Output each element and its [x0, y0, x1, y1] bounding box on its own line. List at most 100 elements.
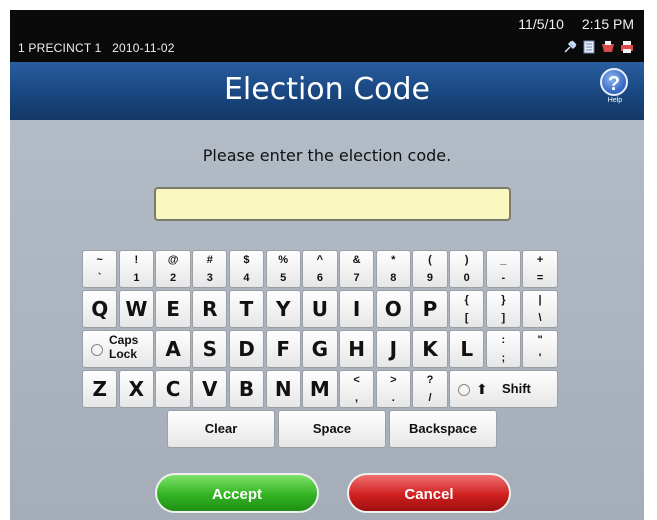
key-base-char: 2	[170, 272, 177, 284]
key-b[interactable]: B	[228, 370, 265, 408]
key-s[interactable]: S	[192, 330, 228, 368]
key-base-char: `	[97, 272, 102, 284]
key-base-char: 6	[316, 272, 323, 284]
key-slash[interactable]: ? /	[412, 370, 448, 408]
key-e[interactable]: E	[155, 290, 191, 328]
key-shift-char: >	[390, 374, 397, 386]
key-q[interactable]: Q	[82, 290, 118, 328]
key-base-char: \	[538, 312, 542, 324]
key-5[interactable]: % 5	[265, 250, 301, 288]
help-label: Help	[607, 97, 623, 104]
key-backtick[interactable]: ~ `	[82, 250, 118, 288]
key--[interactable]: _ -	[485, 250, 522, 288]
ballot-icon	[602, 41, 614, 52]
key-6[interactable]: ^ 6	[302, 250, 338, 288]
space-key[interactable]: Space	[278, 410, 386, 448]
key-shift-char: }	[501, 294, 506, 306]
key-shift-char: _	[500, 254, 507, 266]
key-k[interactable]: K	[412, 330, 448, 368]
key-base-char: 3	[206, 272, 213, 284]
key-base-char: 1	[133, 272, 140, 284]
key-8[interactable]: * 8	[375, 250, 411, 288]
key-backslash[interactable]: | \	[522, 290, 558, 328]
help-button[interactable]: ? Help	[600, 68, 630, 112]
precinct-name: 1 PRECINCT 1	[18, 41, 102, 55]
printer-icon	[621, 41, 633, 53]
plug-icon	[564, 40, 577, 53]
key-y[interactable]: Y	[265, 290, 301, 328]
status-date: 11/5/10	[518, 16, 564, 32]
key-shift-char: $	[243, 254, 250, 266]
key-shift-char: &	[352, 254, 361, 266]
help-icon[interactable]: ?	[600, 68, 628, 96]
caps-lock-key[interactable]: Caps Lock	[82, 330, 155, 368]
shift-arrow-icon: ⬆	[476, 381, 488, 397]
backspace-key[interactable]: Backspace	[389, 410, 497, 448]
key-shift-char: ^	[316, 254, 324, 266]
key-period[interactable]: >.	[375, 370, 411, 408]
key-n[interactable]: N	[265, 370, 301, 408]
cancel-button[interactable]: Cancel	[347, 473, 511, 513]
shift-key[interactable]: ⬆ Shift	[449, 370, 558, 408]
clear-key[interactable]: Clear	[167, 410, 275, 448]
key-base-char: =	[536, 272, 544, 284]
key-open-bracket[interactable]: {[	[449, 290, 485, 328]
key-m[interactable]: M	[302, 370, 338, 408]
key-base-char: ,	[355, 392, 359, 404]
key-7[interactable]: & 7	[338, 250, 375, 288]
key-c[interactable]: C	[155, 370, 191, 408]
key-base-char: 4	[243, 272, 250, 284]
screen-frame: 1 PRECINCT 1 2010-11-02 11/5/10 2:15 PM …	[10, 10, 644, 520]
key-=[interactable]: + =	[522, 250, 558, 288]
shift-indicator	[458, 384, 470, 396]
key-j[interactable]: J	[375, 330, 411, 368]
document-icon	[583, 40, 595, 54]
key-w[interactable]: W	[118, 290, 155, 328]
accept-button[interactable]: Accept	[155, 473, 319, 513]
key-h[interactable]: H	[338, 330, 375, 368]
key-base-char: -	[501, 272, 506, 284]
key-comma[interactable]: <,	[338, 370, 375, 408]
key-semicolon[interactable]: :;	[485, 330, 522, 368]
key-r[interactable]: R	[192, 290, 228, 328]
datetime: 11/5/10 2:15 PM	[504, 16, 634, 32]
key-shift-char: @	[167, 254, 179, 266]
key-u[interactable]: U	[302, 290, 338, 328]
key-close-bracket[interactable]: }]	[485, 290, 522, 328]
key-l[interactable]: L	[449, 330, 485, 368]
key-f[interactable]: F	[265, 330, 301, 368]
key-shift-char: ~	[96, 254, 103, 266]
key-4[interactable]: $4	[228, 250, 265, 288]
key-2[interactable]: @2	[155, 250, 191, 288]
key-z[interactable]: Z	[82, 370, 118, 408]
key-v[interactable]: V	[192, 370, 228, 408]
key-d[interactable]: D	[228, 330, 265, 368]
key-base-char: 0	[463, 272, 470, 284]
caps-lock-indicator	[91, 344, 103, 356]
key-shift-char: :	[501, 334, 506, 346]
title-bar: Election Code ? Help	[10, 62, 644, 120]
key-t[interactable]: T	[228, 290, 265, 328]
key-base-char: 8	[390, 272, 397, 284]
key-base-char: 5	[280, 272, 287, 284]
key-shift-char: ?	[426, 374, 434, 386]
key-a[interactable]: A	[155, 330, 191, 368]
key-quote[interactable]: " '	[522, 330, 558, 368]
shift-label: Shift	[502, 381, 531, 396]
key-x[interactable]: X	[118, 370, 155, 408]
key-9[interactable]: (9	[412, 250, 448, 288]
key-i[interactable]: I	[338, 290, 375, 328]
election-code-input[interactable]	[154, 187, 511, 221]
key-0[interactable]: ) 0	[449, 250, 485, 288]
key-shift-char: *	[391, 254, 396, 266]
key-base-char: /	[428, 392, 432, 404]
key-1[interactable]: ! 1	[118, 250, 155, 288]
key-o[interactable]: O	[375, 290, 411, 328]
key-shift-char: %	[278, 254, 289, 266]
key-base-char: ;	[501, 352, 506, 364]
key-3[interactable]: #3	[192, 250, 228, 288]
key-base-char: ]	[501, 312, 506, 324]
key-p[interactable]: P	[412, 290, 448, 328]
caps-label-line1: Caps	[109, 333, 139, 347]
key-g[interactable]: G	[302, 330, 338, 368]
